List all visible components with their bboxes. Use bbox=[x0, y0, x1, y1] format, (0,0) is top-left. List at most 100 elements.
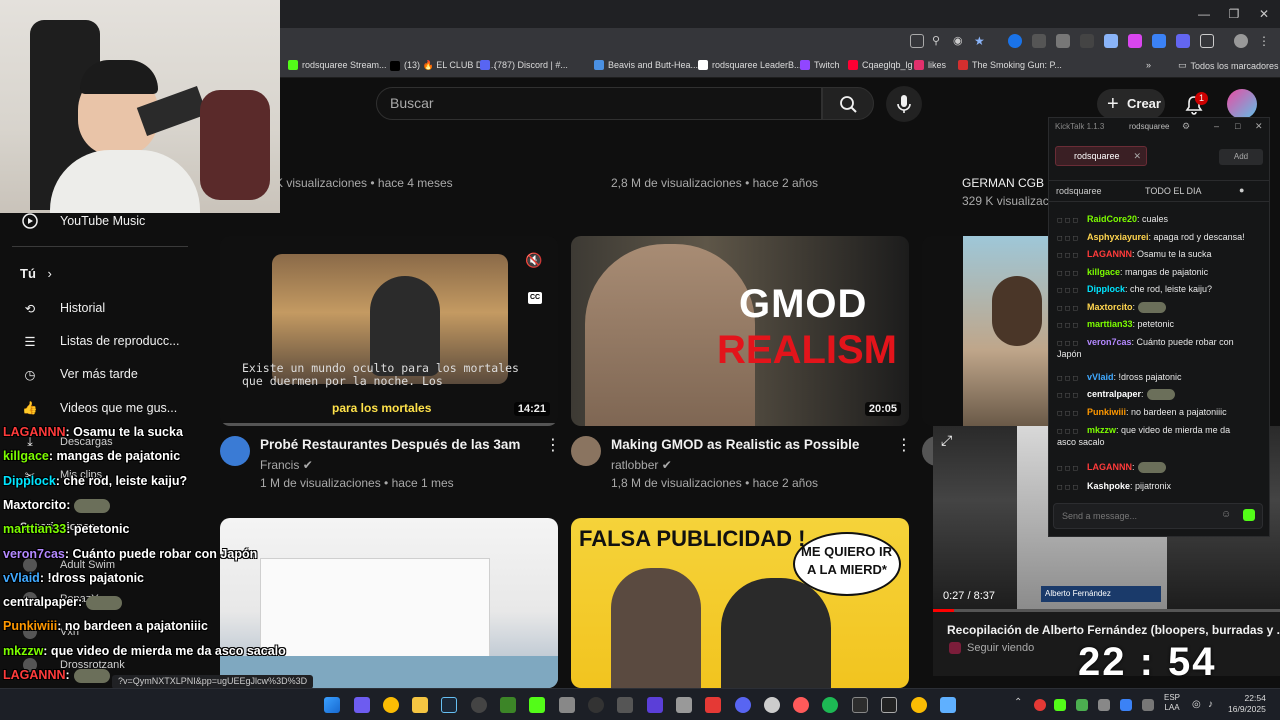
mute-icon[interactable]: 🔇 bbox=[525, 252, 542, 269]
kicktalk-message[interactable]: ◻ ◻ ◻ LAGANNN: Osamu te la sucka bbox=[1057, 248, 1267, 262]
miniplayer-title[interactable]: Recopilación de Alberto Fernández (bloop… bbox=[947, 623, 1280, 637]
kicktalk-message[interactable]: ◻ ◻ ◻ vVlaid: !dross pajatonic bbox=[1057, 371, 1267, 385]
discord-icon[interactable] bbox=[735, 697, 751, 713]
windows-start-icon[interactable] bbox=[324, 697, 340, 713]
kicktalk-message[interactable]: ◻ ◻ ◻ Asphyxiayurei: apaga rod y descansa… bbox=[1057, 231, 1267, 245]
chat-username[interactable]: RaidCore20 bbox=[1087, 214, 1137, 224]
volume-icon[interactable]: ♪ bbox=[1208, 699, 1213, 710]
terminal-icon[interactable] bbox=[881, 697, 897, 713]
bookmarks-overflow-icon[interactable]: » bbox=[1146, 60, 1151, 70]
chat-username[interactable]: LAGANNN bbox=[1087, 462, 1132, 472]
clock[interactable]: 22:54 16/9/2025 bbox=[1228, 693, 1266, 715]
captions-icon[interactable]: CC bbox=[528, 292, 542, 304]
maximize-icon[interactable]: □ bbox=[1235, 121, 1240, 131]
app-icon[interactable] bbox=[559, 697, 575, 713]
kicktalk-message[interactable]: ◻ ◻ ◻ LAGANNN: bbox=[1057, 461, 1267, 475]
mod-actions-icon[interactable]: ◻ ◻ ◻ bbox=[1057, 285, 1087, 297]
account-avatar[interactable] bbox=[1227, 89, 1257, 119]
all-bookmarks-button[interactable]: ▭ Todos los marcadores bbox=[1178, 60, 1279, 71]
network-icon[interactable]: ◎ bbox=[1192, 699, 1201, 710]
mod-actions-icon[interactable]: ◻ ◻ ◻ bbox=[1057, 320, 1087, 332]
bookmark-item[interactable]: likes bbox=[914, 60, 946, 70]
channel-name[interactable]: ratlobber ✔ bbox=[611, 458, 672, 472]
extension-icon[interactable] bbox=[1008, 34, 1022, 48]
chat-username[interactable]: veron7cas bbox=[1087, 337, 1132, 347]
bookmark-item[interactable]: rodsquaree LeaderB... bbox=[698, 60, 802, 70]
bookmark-item[interactable]: The Smoking Gun: P... bbox=[958, 60, 1062, 70]
video-thumbnail[interactable] bbox=[922, 236, 1048, 426]
obs-icon[interactable] bbox=[588, 697, 604, 713]
search-button[interactable] bbox=[822, 87, 874, 120]
channel-avatar[interactable] bbox=[571, 436, 601, 466]
video-thumbnail[interactable]: GMOD REALISM 20:05 bbox=[571, 236, 909, 426]
chrome-icon[interactable] bbox=[383, 697, 399, 713]
chat-username[interactable]: Punkiwiii bbox=[1087, 407, 1126, 417]
app-icon[interactable] bbox=[764, 697, 780, 713]
mic-icon[interactable] bbox=[1142, 699, 1154, 711]
zoom-icon[interactable]: ⚲ bbox=[932, 34, 946, 48]
chat-username[interactable]: mkzzw bbox=[1087, 425, 1116, 435]
chat-username[interactable]: killgace bbox=[1087, 267, 1120, 277]
user-icon[interactable]: ● bbox=[1239, 185, 1244, 195]
channel-tab[interactable]: rodsquaree ✕ bbox=[1055, 146, 1147, 166]
emote-icon[interactable]: ☺ bbox=[1221, 509, 1231, 520]
app-icon[interactable] bbox=[354, 697, 370, 713]
extension-icon[interactable] bbox=[1104, 34, 1118, 48]
app-icon[interactable] bbox=[852, 697, 868, 713]
mod-actions-icon[interactable]: ◻ ◻ ◻ bbox=[1057, 303, 1087, 315]
eye-off-icon[interactable]: ◉ bbox=[953, 34, 967, 48]
chat-username[interactable]: LAGANNN bbox=[1087, 249, 1132, 259]
app-icon[interactable] bbox=[705, 697, 721, 713]
app-icon[interactable] bbox=[471, 697, 487, 713]
settings-icon[interactable]: ⚙ bbox=[1182, 121, 1190, 132]
chat-username[interactable]: centralpaper bbox=[1087, 389, 1141, 399]
mod-actions-icon[interactable]: ◻ ◻ ◻ bbox=[1057, 482, 1087, 494]
chat-username[interactable]: Kashpoke bbox=[1087, 481, 1130, 491]
language-indicator[interactable]: ESP LAA bbox=[1164, 693, 1180, 713]
search-input[interactable]: Buscar bbox=[376, 87, 822, 120]
tray-icon[interactable] bbox=[1034, 699, 1046, 711]
mod-actions-icon[interactable]: ◻ ◻ ◻ bbox=[1057, 233, 1087, 245]
sidebar-item[interactable]: 👍 Videos que me gus... bbox=[0, 391, 200, 425]
kicktalk-message[interactable]: Japón bbox=[1057, 348, 1267, 360]
star-icon[interactable]: ★ bbox=[974, 34, 988, 48]
video-thumbnail[interactable]: FALSA PUBLICIDAD ! ME QUIERO IR A LA MIE… bbox=[571, 518, 909, 688]
kicktalk-message[interactable]: asco sacalo bbox=[1057, 436, 1267, 448]
sidebar-item[interactable]: ☰ Listas de reproducc... bbox=[0, 324, 200, 358]
kicktalk-message[interactable]: ◻ ◻ ◻ centralpaper: bbox=[1057, 388, 1267, 402]
bluetooth-icon[interactable] bbox=[1120, 699, 1132, 711]
kicktalk-window[interactable]: KickTalk 1.1.3 rodsquaree ⚙ – □ ✕ rodsqu… bbox=[1048, 117, 1270, 537]
progress-bar[interactable] bbox=[220, 423, 558, 426]
chat-username[interactable]: Asphyxiayurei bbox=[1087, 232, 1149, 242]
kicktalk-message[interactable]: ◻ ◻ ◻ Punkiwiii: no bardeen a pajatoniiic bbox=[1057, 406, 1267, 420]
profile-icon[interactable] bbox=[1234, 34, 1248, 48]
settings-icon[interactable] bbox=[617, 697, 633, 713]
progress-bar[interactable] bbox=[933, 609, 1280, 612]
chevron-up-icon[interactable]: ⌃ bbox=[1014, 697, 1022, 708]
mod-actions-icon[interactable]: ◻ ◻ ◻ bbox=[1057, 373, 1087, 385]
bookmark-item[interactable]: Cqaeglqb_lg bbox=[848, 60, 913, 70]
add-tab-button[interactable]: Add bbox=[1219, 149, 1263, 165]
cast-icon[interactable] bbox=[910, 34, 924, 48]
mod-actions-icon[interactable]: ◻ ◻ ◻ bbox=[1057, 250, 1087, 262]
chrome-icon[interactable] bbox=[911, 697, 927, 713]
video-title[interactable]: Probé Restaurantes Después de las 3am bbox=[260, 437, 520, 452]
extension-icon[interactable] bbox=[1152, 34, 1166, 48]
app-icon[interactable] bbox=[940, 697, 956, 713]
tray-icon[interactable] bbox=[1098, 699, 1110, 711]
minecraft-icon[interactable] bbox=[500, 697, 516, 713]
bookmark-item[interactable]: Twitch bbox=[800, 60, 840, 70]
spotify-icon[interactable] bbox=[822, 697, 838, 713]
close-icon[interactable]: ✕ bbox=[1256, 6, 1272, 22]
kicktalk-message[interactable]: ◻ ◻ ◻ Kashpoke: pijatronix bbox=[1057, 480, 1267, 494]
app-icon[interactable] bbox=[793, 697, 809, 713]
mod-actions-icon[interactable]: ◻ ◻ ◻ bbox=[1057, 408, 1087, 420]
tray-icon[interactable] bbox=[1054, 699, 1066, 711]
kicktalk-message[interactable]: ◻ ◻ ◻ RaidCore20: cuales bbox=[1057, 213, 1267, 227]
folder-icon[interactable] bbox=[412, 697, 428, 713]
close-icon[interactable]: ✕ bbox=[1133, 147, 1141, 165]
kicktalk-message[interactable]: ◻ ◻ ◻ Dipplock: che rod, leiste kaiju? bbox=[1057, 283, 1267, 297]
mod-actions-icon[interactable]: ◻ ◻ ◻ bbox=[1057, 268, 1087, 280]
mod-actions-icon[interactable]: ◻ ◻ ◻ bbox=[1057, 390, 1087, 402]
chat-username[interactable]: Maxtorcito bbox=[1087, 302, 1133, 312]
